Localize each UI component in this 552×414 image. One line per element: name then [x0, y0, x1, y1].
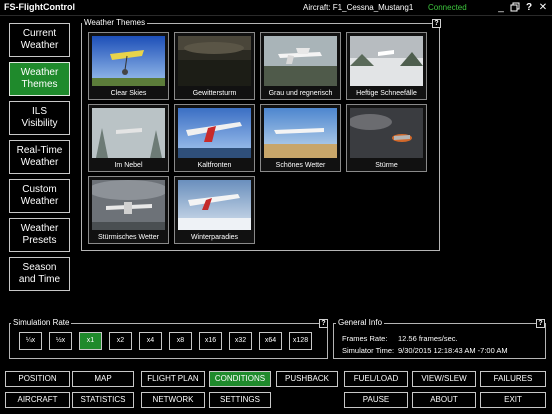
- nav-label-2: Weather: [20, 196, 59, 207]
- theme-image: [350, 36, 423, 86]
- theme-image: [178, 180, 251, 230]
- rate-quarter-button[interactable]: ¼x: [19, 332, 42, 350]
- nav-label-2: Presets: [22, 235, 57, 246]
- fuel-load-button[interactable]: FUEL/LOAD: [344, 371, 408, 387]
- general-info-panel: General Info ? Frames Rate: 12.56 frames…: [333, 318, 546, 359]
- nav-real-time-weather[interactable]: Real-Time Weather: [9, 140, 70, 174]
- network-button[interactable]: NETWORK: [141, 392, 205, 408]
- position-button[interactable]: POSITION: [5, 371, 70, 387]
- theme-kaltfronten[interactable]: Kaltfronten: [174, 104, 255, 172]
- theme-clear-skies[interactable]: Clear Skies: [88, 32, 169, 100]
- rate-x8-button[interactable]: x8: [169, 332, 192, 350]
- nav-label-1: Season: [22, 262, 57, 273]
- theme-label: Heftige Schneefälle: [356, 90, 417, 97]
- theme-image: [264, 108, 337, 158]
- theme-label: Grau und regnerisch: [268, 90, 333, 97]
- nav-season-and-time[interactable]: Season and Time: [9, 257, 70, 291]
- nav-weather-themes[interactable]: Weather Themes: [9, 62, 70, 96]
- nav-label-2: and Time: [18, 274, 61, 285]
- conditions-button[interactable]: CONDITIONS: [209, 371, 271, 387]
- nav-label-1: ILS: [31, 106, 47, 117]
- flight-plan-button[interactable]: FLIGHT PLAN: [141, 371, 205, 387]
- rate-x1-button[interactable]: x1: [79, 332, 102, 350]
- weather-themes-panel: Weather Themes ? Clear Skies Gewitterstu…: [81, 18, 441, 251]
- theme-heftige-schneefaelle[interactable]: Heftige Schneefälle: [346, 32, 427, 100]
- view-slew-button[interactable]: VIEW/SLEW: [412, 371, 476, 387]
- nav-label-2: Visibility: [21, 118, 58, 129]
- nav-label-2: Weather: [20, 40, 59, 51]
- rate-x16-button[interactable]: x16: [199, 332, 222, 350]
- connection-status: Connected: [428, 3, 467, 12]
- nav-custom-weather[interactable]: Custom Weather: [9, 179, 70, 213]
- theme-image: [178, 108, 251, 158]
- theme-image: [178, 36, 251, 86]
- theme-label: Stürmisches Wetter: [98, 234, 159, 241]
- title-bar: FS-FlightControl Aircraft: F1_Cessna_Mus…: [0, 0, 552, 16]
- simulator-time-label: Simulator Time:: [342, 346, 395, 355]
- simulator-time-value: 9/30/2015 12:18:43 AM -7:00 AM: [398, 346, 508, 355]
- simulation-rate-legend: Simulation Rate: [11, 318, 72, 327]
- nav-label-2: Themes: [21, 79, 58, 90]
- aircraft-button[interactable]: AIRCRAFT: [5, 392, 70, 408]
- nav-current-weather[interactable]: Current Weather: [9, 23, 70, 57]
- theme-image: [92, 36, 165, 86]
- themes-help-button[interactable]: ?: [432, 19, 441, 28]
- restore-button[interactable]: [509, 2, 521, 14]
- theme-schoenes-wetter[interactable]: Schönes Wetter: [260, 104, 341, 172]
- simrate-help-button[interactable]: ?: [319, 319, 328, 328]
- theme-image: [264, 36, 337, 86]
- rate-x4-button[interactable]: x4: [139, 332, 162, 350]
- theme-label: Winterparadies: [190, 234, 239, 241]
- theme-label: Schönes Wetter: [275, 162, 326, 169]
- exit-button[interactable]: EXIT: [480, 392, 546, 408]
- theme-grau-und-regnerisch[interactable]: Grau und regnerisch: [260, 32, 341, 100]
- settings-button[interactable]: SETTINGS: [209, 392, 271, 408]
- theme-image: [92, 180, 165, 230]
- nav-label-2: Weather: [20, 157, 59, 168]
- theme-winterparadies[interactable]: Winterparadies: [174, 176, 255, 244]
- rate-x2-button[interactable]: x2: [109, 332, 132, 350]
- theme-gewittersturm[interactable]: Gewittersturm: [174, 32, 255, 100]
- close-button[interactable]: ✕: [537, 2, 549, 14]
- frames-rate-label: Frames Rate:: [342, 334, 388, 343]
- nav-label-1: Weather: [20, 67, 59, 78]
- theme-label: Kaltfronten: [197, 162, 232, 169]
- theme-image: [92, 108, 165, 158]
- nav-ils-visibility[interactable]: ILS Visibility: [9, 101, 70, 135]
- rate-x64-button[interactable]: x64: [259, 332, 282, 350]
- rate-x32-button[interactable]: x32: [229, 332, 252, 350]
- nav-weather-presets[interactable]: Weather Presets: [9, 218, 70, 252]
- pushback-button[interactable]: PUSHBACK: [276, 371, 338, 387]
- map-button[interactable]: MAP: [72, 371, 134, 387]
- minimize-button[interactable]: _: [495, 2, 507, 14]
- general-info-legend: General Info: [336, 318, 385, 327]
- rate-x128-button[interactable]: x128: [289, 332, 312, 350]
- theme-label: Im Nebel: [114, 162, 143, 169]
- about-button[interactable]: ABOUT: [412, 392, 476, 408]
- nav-label-1: Weather: [20, 223, 59, 234]
- theme-label: Clear Skies: [110, 90, 147, 97]
- help-button[interactable]: ?: [523, 2, 535, 14]
- nav-label-1: Current: [22, 28, 57, 39]
- aircraft-name: Aircraft: F1_Cessna_Mustang1: [303, 3, 414, 12]
- pause-button[interactable]: PAUSE: [344, 392, 408, 408]
- weather-themes-legend: Weather Themes: [82, 18, 148, 27]
- nav-label-1: Custom: [22, 184, 57, 195]
- theme-stuermisches-wetter[interactable]: Stürmisches Wetter: [88, 176, 169, 244]
- theme-im-nebel[interactable]: Im Nebel: [88, 104, 169, 172]
- failures-button[interactable]: FAILURES: [480, 371, 546, 387]
- statistics-button[interactable]: STATISTICS: [72, 392, 134, 408]
- theme-stuerme[interactable]: Stürme: [346, 104, 427, 172]
- theme-label: Gewittersturm: [192, 90, 237, 97]
- app-title: FS-FlightControl: [4, 2, 75, 12]
- theme-image: [350, 108, 423, 158]
- nav-label-1: Real-Time: [16, 145, 63, 156]
- frames-rate-value: 12.56 frames/sec.: [398, 334, 458, 343]
- rate-half-button[interactable]: ½x: [49, 332, 72, 350]
- info-help-button[interactable]: ?: [536, 319, 545, 328]
- restore-icon: [510, 2, 520, 12]
- theme-label: Stürme: [375, 162, 398, 169]
